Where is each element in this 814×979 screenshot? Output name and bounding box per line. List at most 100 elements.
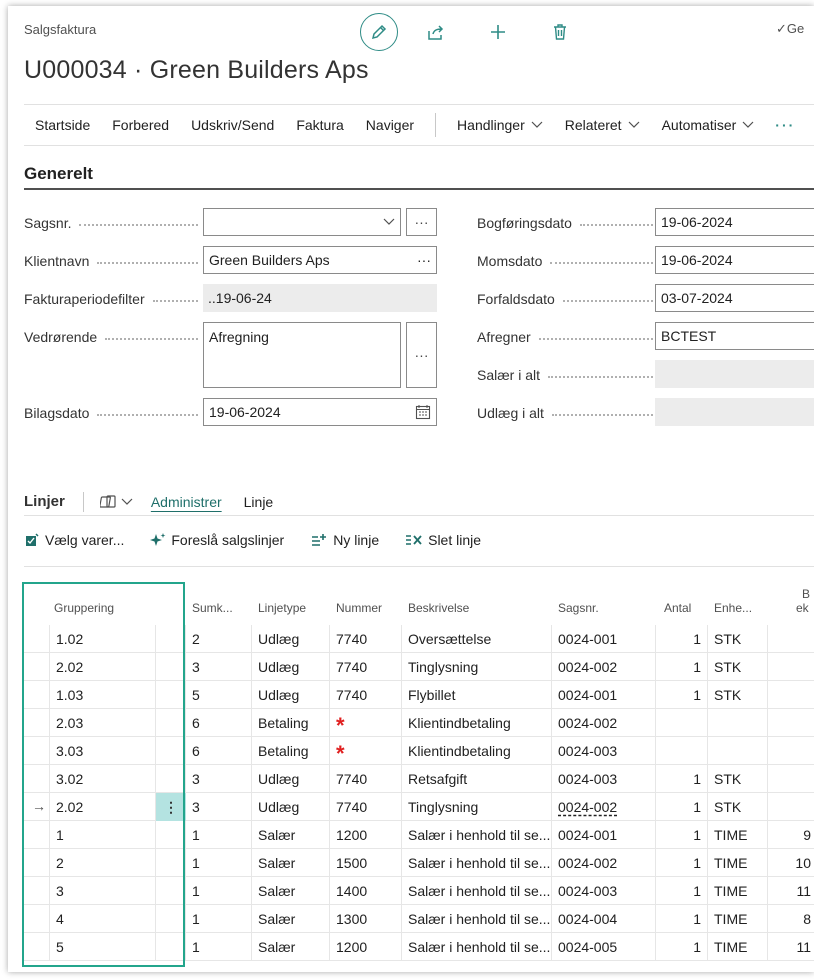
cell-sumkode[interactable]: 3: [186, 765, 252, 793]
cell-antal[interactable]: 1: [656, 625, 708, 653]
cell-enhed[interactable]: TIME: [708, 877, 768, 905]
cell-sagsnr[interactable]: 0024-001: [552, 821, 656, 849]
cell-gruppering[interactable]: 2.02: [50, 793, 156, 821]
cell-antal[interactable]: 1: [656, 933, 708, 961]
cell-beskrivelse[interactable]: Retsafgift: [402, 765, 552, 793]
table-row[interactable]: 4 1 Salær 1300 Salær i henhold til se... 0024…: [24, 905, 814, 933]
cell-enhed[interactable]: STK: [708, 625, 768, 653]
cell-sagsnr[interactable]: 0024-001: [552, 681, 656, 709]
cell-beskrivelse[interactable]: Salær i henhold til se...: [402, 933, 552, 961]
cell-nummer[interactable]: 1500: [330, 849, 402, 877]
cell-antal[interactable]: 1: [656, 681, 708, 709]
row-action-cell[interactable]: [156, 877, 186, 905]
row-more-options-button[interactable]: ⋮: [156, 793, 186, 821]
cell-sagsnr[interactable]: 0024-001: [552, 625, 656, 653]
col-sagsnr[interactable]: Sagsnr.: [558, 601, 599, 615]
cell-sumkode[interactable]: 6: [186, 709, 252, 737]
cell-nummer[interactable]: *: [330, 737, 402, 765]
vedrorende-textarea[interactable]: Afregning: [203, 322, 401, 388]
action-forbered[interactable]: Forbered: [101, 117, 180, 133]
menu-automatiser[interactable]: Automatiser: [651, 117, 766, 133]
cell-nummer[interactable]: 7740: [330, 793, 402, 821]
cell-extra[interactable]: 10: [768, 849, 814, 877]
cell-enhed[interactable]: STK: [708, 765, 768, 793]
row-selector[interactable]: [24, 905, 50, 933]
view-options-button[interactable]: [99, 494, 133, 510]
table-row[interactable]: 1 1 Salær 1200 Salær i henhold til se... 0024…: [24, 821, 814, 849]
cell-gruppering[interactable]: 4: [50, 905, 156, 933]
cell-beskrivelse[interactable]: Tinglysning: [402, 653, 552, 681]
row-selector[interactable]: [24, 821, 50, 849]
cell-extra[interactable]: [768, 681, 814, 709]
action-udskriv-send[interactable]: Udskriv/Send: [180, 117, 285, 133]
action-startside[interactable]: Startside: [24, 117, 101, 133]
cell-enhed[interactable]: STK: [708, 681, 768, 709]
cell-linjetype[interactable]: Salær: [252, 933, 330, 961]
cell-gruppering[interactable]: 3: [50, 877, 156, 905]
row-action-cell[interactable]: [156, 653, 186, 681]
cell-sagsnr[interactable]: 0024-004: [552, 905, 656, 933]
delete-button[interactable]: [549, 21, 571, 43]
row-action-cell[interactable]: [156, 709, 186, 737]
col-antal[interactable]: Antal: [664, 601, 691, 615]
col-beskrivelse[interactable]: Beskrivelse: [408, 601, 469, 615]
cell-nummer[interactable]: 7740: [330, 653, 402, 681]
cell-sagsnr[interactable]: 0024-002: [552, 653, 656, 681]
cell-gruppering[interactable]: 2.03: [50, 709, 156, 737]
cell-enhed[interactable]: TIME: [708, 849, 768, 877]
suggest-lines-button[interactable]: Foreslå salgslinjer: [150, 532, 284, 548]
cell-sagsnr[interactable]: 0024-003: [552, 765, 656, 793]
momsdato-input[interactable]: 19-06-2024: [655, 246, 814, 274]
cell-enhed[interactable]: TIME: [708, 905, 768, 933]
cell-gruppering[interactable]: 1.02: [50, 625, 156, 653]
row-action-cell[interactable]: [156, 905, 186, 933]
cell-nummer[interactable]: *: [330, 709, 402, 737]
cell-antal[interactable]: 1: [656, 821, 708, 849]
table-row[interactable]: 5 1 Salær 1200 Salær i henhold til se... 0024…: [24, 933, 814, 961]
more-actions-button[interactable]: ···: [765, 117, 805, 133]
klientnavn-input[interactable]: Green Builders Aps ···: [203, 246, 437, 274]
cell-gruppering[interactable]: 2.02: [50, 653, 156, 681]
cell-linjetype[interactable]: Salær: [252, 905, 330, 933]
cell-extra[interactable]: [768, 709, 814, 737]
col-linjetype[interactable]: Linjetype: [258, 601, 306, 615]
sagsnr-input[interactable]: [203, 208, 401, 236]
cell-sagsnr[interactable]: 0024-002: [552, 793, 656, 821]
cell-gruppering[interactable]: 3.02: [50, 765, 156, 793]
col-gruppering[interactable]: Gruppering: [54, 601, 114, 615]
table-row[interactable]: 2 1 Salær 1500 Salær i henhold til se... 0024…: [24, 849, 814, 877]
cell-extra[interactable]: [768, 625, 814, 653]
table-row[interactable]: 2.02 3 Udlæg 7740 Tinglysning 0024-002 1 STK → ⋮: [24, 793, 814, 821]
action-naviger[interactable]: Naviger: [355, 117, 425, 133]
table-row[interactable]: 1.03 5 Udlæg 7740 Flybillet 0024-001 1 STK: [24, 681, 814, 709]
cell-sumkode[interactable]: 2: [186, 625, 252, 653]
cell-sagsnr[interactable]: 0024-002: [552, 709, 656, 737]
cell-extra[interactable]: [768, 765, 814, 793]
cell-nummer[interactable]: 1200: [330, 821, 402, 849]
cell-extra[interactable]: [768, 793, 814, 821]
cell-nummer[interactable]: 1200: [330, 933, 402, 961]
row-action-cell[interactable]: [156, 737, 186, 765]
row-action-cell[interactable]: [156, 681, 186, 709]
cell-sagsnr[interactable]: 0024-003: [552, 737, 656, 765]
cell-antal[interactable]: 1: [656, 653, 708, 681]
col-enhed[interactable]: Enhe...: [714, 601, 752, 615]
cell-gruppering[interactable]: 5: [50, 933, 156, 961]
cell-antal[interactable]: [656, 737, 708, 765]
delete-line-button[interactable]: Slet linje: [405, 532, 481, 548]
cell-linjetype[interactable]: Salær: [252, 849, 330, 877]
cell-nummer[interactable]: 7740: [330, 765, 402, 793]
cell-antal[interactable]: [656, 709, 708, 737]
cell-sagsnr[interactable]: 0024-005: [552, 933, 656, 961]
row-selector[interactable]: [24, 681, 50, 709]
row-selector[interactable]: [24, 625, 50, 653]
cell-linjetype[interactable]: Salær: [252, 877, 330, 905]
row-action-cell[interactable]: [156, 765, 186, 793]
cell-nummer[interactable]: 1300: [330, 905, 402, 933]
select-items-button[interactable]: Vælg varer...: [24, 532, 124, 548]
row-selector[interactable]: [24, 933, 50, 961]
cell-extra[interactable]: 9: [768, 821, 814, 849]
row-selector[interactable]: [24, 709, 50, 737]
cell-sagsnr[interactable]: 0024-002: [552, 849, 656, 877]
cell-enhed[interactable]: STK: [708, 653, 768, 681]
